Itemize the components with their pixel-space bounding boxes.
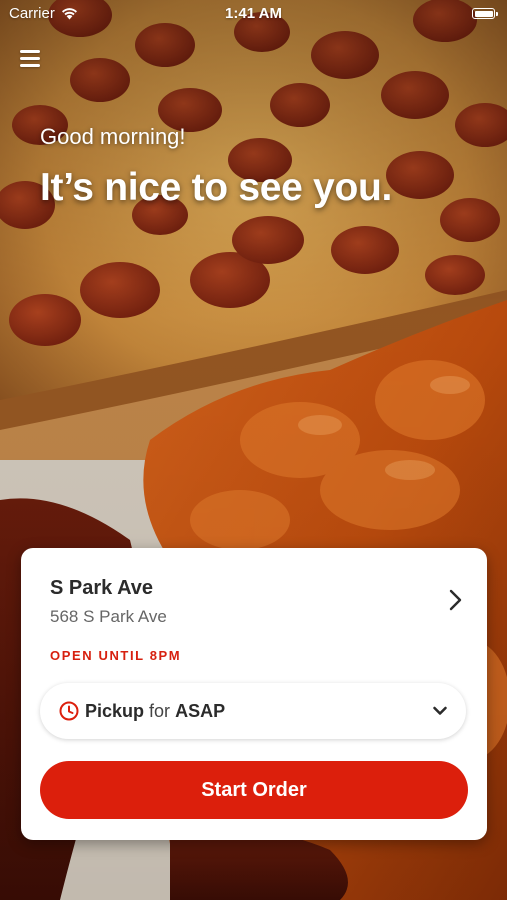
store-hours-label: OPEN UNTIL 8PM (50, 648, 182, 663)
hamburger-menu-icon[interactable] (18, 46, 42, 70)
home-screen: Carrier 1:41 AM Good morning! It’s nice … (0, 0, 507, 900)
chevron-down-icon (433, 706, 447, 715)
store-name[interactable]: S Park Ave (50, 577, 153, 600)
greeting-text: Good morning! (40, 124, 186, 149)
store-card: S Park Ave 568 S Park Ave OPEN UNTIL 8PM… (21, 548, 487, 840)
order-mode-text: Pickup for ASAP (85, 701, 225, 722)
order-mode-type: Pickup (85, 701, 145, 721)
store-address[interactable]: 568 S Park Ave (50, 607, 167, 627)
order-mode-time: ASAP (175, 701, 226, 721)
battery-icon (472, 8, 498, 19)
welcome-headline: It’s nice to see you. (40, 166, 393, 209)
order-mode-selector[interactable]: Pickup for ASAP (40, 683, 466, 739)
chevron-right-icon[interactable] (445, 588, 465, 612)
order-mode-connector: for (149, 701, 171, 721)
clock-icon (59, 701, 79, 721)
status-time: 1:41 AM (225, 5, 282, 22)
status-bar: Carrier 1:41 AM (0, 0, 507, 30)
start-order-button[interactable]: Start Order (40, 761, 468, 819)
